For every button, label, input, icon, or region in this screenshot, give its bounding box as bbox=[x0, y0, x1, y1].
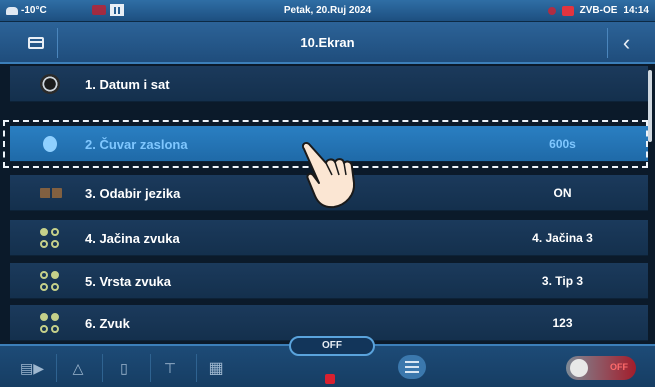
divider bbox=[102, 354, 103, 382]
item-value: 123 bbox=[552, 316, 573, 330]
divider bbox=[196, 354, 197, 382]
item-value: 3. Tip 3 bbox=[541, 274, 584, 288]
sound-icon bbox=[40, 271, 60, 291]
flame-icon: △ bbox=[72, 359, 84, 376]
bottom-bar: ▤▶ △ ▯ ⊤ ▦ OFF OFF bbox=[0, 336, 655, 387]
scrollbar[interactable] bbox=[648, 70, 652, 142]
mode-icon: ▤▶ bbox=[20, 359, 44, 376]
tap-button[interactable]: ⊤ bbox=[158, 356, 182, 380]
timer-icon bbox=[43, 136, 57, 152]
mode-button[interactable]: ▤▶ bbox=[12, 356, 52, 380]
divider bbox=[150, 354, 151, 382]
page-title: 10.Ekran bbox=[300, 35, 355, 50]
item-label: 2. Čuvar zaslona bbox=[85, 137, 188, 152]
status-right: ZVB-OE 14:14 bbox=[547, 5, 649, 16]
menu-button[interactable] bbox=[398, 355, 426, 379]
device-name: ZVB-OE bbox=[579, 5, 618, 16]
flame-button[interactable]: △ bbox=[66, 356, 90, 380]
status-bar: -10°C Petak, 20.Ruj 2024 ZVB-OE 14:14 bbox=[0, 0, 655, 22]
pointing-hand-icon bbox=[301, 141, 356, 209]
language-icon bbox=[40, 188, 62, 198]
warning-icon bbox=[547, 6, 556, 15]
divider bbox=[56, 354, 57, 382]
item-label: 6. Zvuk bbox=[85, 316, 130, 331]
item-value: 600s bbox=[549, 137, 576, 151]
sound-icon bbox=[40, 313, 60, 333]
chevron-left-icon: ‹ bbox=[622, 30, 631, 55]
clock-icon bbox=[40, 74, 60, 94]
tap-icon: ⊤ bbox=[163, 359, 177, 376]
list-item-datum-i-sat[interactable]: 1. Datum i sat bbox=[10, 66, 648, 102]
item-label: 4. Jačina zvuka bbox=[85, 231, 180, 246]
menu-icon bbox=[405, 361, 419, 363]
item-value: 4. Jačina 3 bbox=[532, 231, 593, 245]
toggle-knob bbox=[570, 359, 588, 377]
mode-off-tab[interactable]: OFF bbox=[289, 336, 375, 356]
radiator-button[interactable]: ▦ bbox=[204, 356, 228, 380]
boiler-button[interactable]: ▯ bbox=[112, 356, 136, 380]
radiator-icon: ▦ bbox=[208, 360, 224, 377]
power-toggle[interactable]: OFF bbox=[566, 356, 636, 380]
alarm-bell-icon bbox=[561, 5, 574, 16]
list-item-jacina-zvuka[interactable]: 4. Jačina zvuka 4. Jačina 3 bbox=[10, 220, 648, 256]
back-button[interactable]: ‹ bbox=[607, 28, 645, 58]
item-label: 3. Odabir jezika bbox=[85, 186, 181, 201]
clock-time: 14:14 bbox=[623, 5, 649, 16]
item-label: 5. Vrsta zvuka bbox=[85, 274, 171, 289]
item-label: 1. Datum i sat bbox=[85, 77, 170, 92]
toggle-label: OFF bbox=[610, 362, 628, 372]
item-value: ON bbox=[553, 186, 572, 200]
sound-icon bbox=[40, 228, 60, 248]
status-indicator bbox=[325, 374, 335, 384]
boiler-icon: ▯ bbox=[120, 359, 128, 376]
list-item-vrsta-zvuka[interactable]: 5. Vrsta zvuka 3. Tip 3 bbox=[10, 263, 648, 299]
title-bar: 10.Ekran ‹ bbox=[0, 22, 655, 64]
